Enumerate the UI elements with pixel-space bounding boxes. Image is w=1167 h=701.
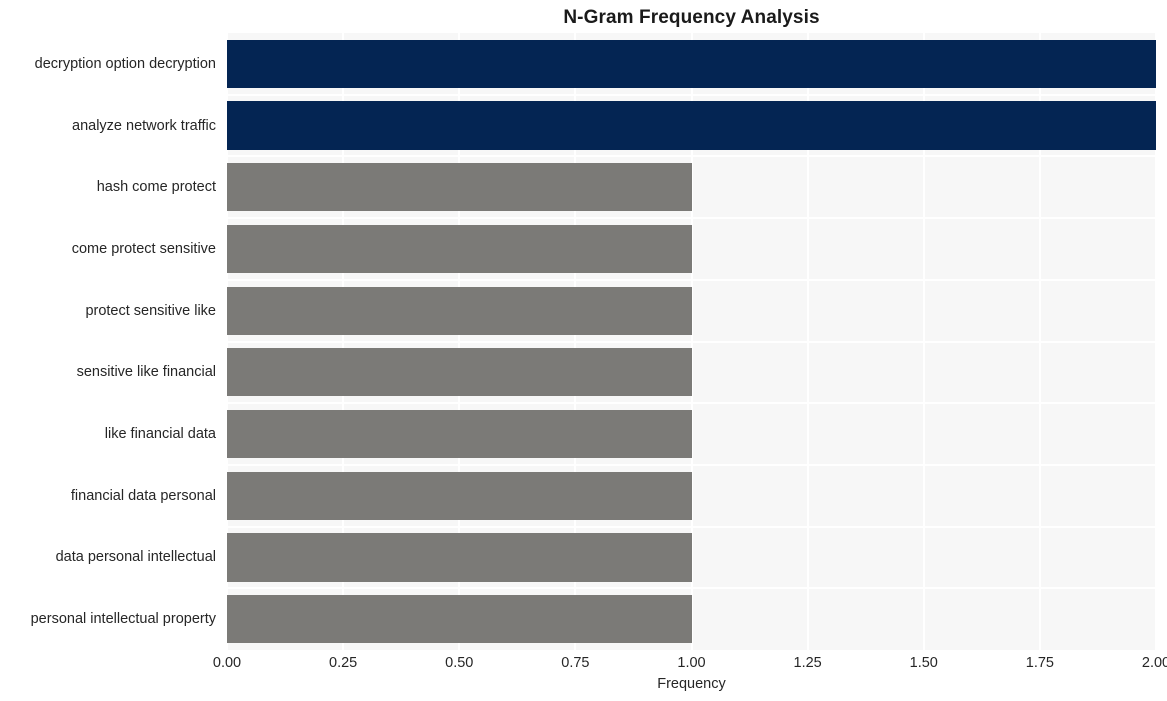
gridline-horizontal: [227, 587, 1156, 590]
y-axis-label: decryption option decryption: [34, 55, 216, 72]
gridline-horizontal: [227, 402, 1156, 405]
y-axis-label: come protect sensitive: [71, 240, 216, 257]
x-axis-tick-labels: 0.00 0.25 0.50 0.75 1.00 1.25 1.50 1.75 2.00: [0, 653, 1167, 675]
bar: [227, 163, 692, 212]
y-axis-label: analyze network traffic: [72, 117, 216, 134]
x-axis-tick: 1.00: [677, 655, 706, 671]
y-axis-label: like financial data: [104, 426, 216, 443]
gridline-horizontal: [227, 463, 1156, 466]
x-axis-tick: 0.50: [445, 655, 474, 671]
x-axis-tick: 0.75: [561, 655, 590, 671]
y-axis-label: sensitive like financial: [76, 364, 216, 381]
gridline-horizontal: [227, 93, 1156, 96]
bar: [227, 101, 1156, 150]
bar: [227, 224, 692, 273]
bar: [227, 348, 692, 397]
chart-title: N-Gram Frequency Analysis: [563, 7, 820, 28]
y-axis-label: data personal intellectual: [55, 549, 216, 566]
y-axis-label: personal intellectual property: [30, 611, 216, 628]
x-axis-tick: 1.50: [909, 655, 938, 671]
gridline-horizontal: [227, 525, 1156, 528]
bar: [227, 39, 1156, 88]
gridline-horizontal: [227, 217, 1156, 220]
y-axis-category-labels: decryption option decryption analyze netw…: [0, 33, 216, 650]
x-axis-tick: 1.75: [1025, 655, 1054, 671]
y-axis-label: financial data personal: [70, 487, 216, 504]
x-axis-tick: 0.25: [329, 655, 358, 671]
x-axis-tick: 1.25: [793, 655, 822, 671]
x-axis-title: Frequency: [657, 676, 726, 692]
bar: [227, 471, 692, 520]
y-axis-label: protect sensitive like: [85, 302, 216, 319]
x-axis-tick: 2.00: [1141, 655, 1167, 671]
plot-area: [227, 33, 1156, 650]
gridline-horizontal: [227, 155, 1156, 158]
bar: [227, 286, 692, 335]
chart-figure: N-Gram Frequency Analysis decryption opt…: [0, 0, 1167, 701]
bar: [227, 533, 692, 582]
bar: [227, 595, 692, 644]
gridline-horizontal: [227, 278, 1156, 281]
x-axis-tick: 0.00: [212, 655, 242, 671]
bar: [227, 409, 692, 459]
y-axis-label: hash come protect: [96, 179, 216, 196]
gridline-horizontal: [227, 340, 1156, 343]
